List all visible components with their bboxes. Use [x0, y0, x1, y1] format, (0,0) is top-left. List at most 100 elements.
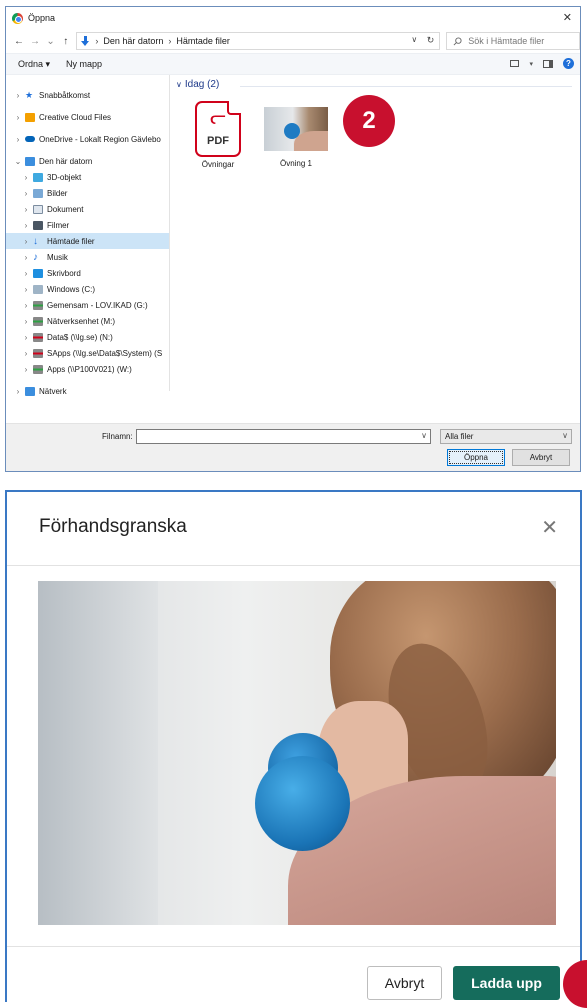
nav-this-pc[interactable]: ⌄ Den här datorn — [6, 153, 169, 169]
cancel-button[interactable]: Avbryt — [512, 449, 570, 466]
chevron-right-icon[interactable]: › — [22, 237, 30, 246]
chevron-right-icon[interactable]: › — [22, 221, 30, 230]
nav-downloads[interactable]: › ↓ Hämtade filer — [6, 233, 169, 249]
navigation-pane: › ★ Snabbåtkomst › Creative Cloud Files … — [6, 75, 170, 396]
back-arrow-icon[interactable]: ← — [14, 36, 24, 47]
nav-drive-c[interactable]: › Windows (C:) — [6, 281, 169, 297]
nav-drive-n[interactable]: › Data$ (\\lg.se) (N:) — [6, 329, 169, 345]
group-header[interactable]: ∨ Idag (2) — [176, 79, 246, 90]
file-item-image[interactable]: Övning 1 — [262, 101, 330, 168]
chevron-right-icon[interactable]: › — [22, 285, 30, 294]
nav-label: Apps (\\P100V021) (W:) — [47, 364, 132, 374]
file-type-select[interactable]: Alla filer ∨ — [440, 429, 572, 444]
chevron-right-icon[interactable]: › — [22, 333, 30, 342]
breadcrumb-this-pc[interactable]: Den här datorn — [103, 36, 163, 46]
nav-quick-access[interactable]: › ★ Snabbåtkomst — [6, 87, 169, 103]
nav-label: Hämtade filer — [47, 236, 95, 246]
search-icon — [453, 36, 462, 45]
chevron-right-icon[interactable]: › — [22, 301, 30, 310]
chevron-down-icon[interactable]: ⌄ — [14, 157, 22, 166]
chevron-down-icon[interactable]: ∨ — [421, 431, 427, 440]
help-icon[interactable]: ? — [563, 58, 574, 69]
view-dropdown-icon[interactable]: ▾ — [529, 60, 533, 68]
divider — [7, 946, 580, 947]
nav-label: Nätverk — [39, 386, 67, 396]
network-drive-icon — [33, 364, 43, 374]
nav-label: Data$ (\\lg.se) (N:) — [47, 332, 113, 342]
address-dropdown-icon[interactable]: ∨ — [411, 35, 417, 44]
nav-label: SApps (\\lg.se\Data$\System) (S — [47, 348, 163, 358]
nav-documents[interactable]: › Dokument — [6, 201, 169, 217]
organize-button[interactable]: Ordna ▾ — [18, 59, 50, 70]
refresh-icon[interactable]: ↻ — [427, 35, 435, 46]
chevron-right-icon[interactable]: › — [22, 189, 30, 198]
network-icon — [25, 386, 35, 396]
chevron-down-icon[interactable]: ∨ — [562, 431, 568, 440]
nav-drive-g[interactable]: › Gemensam - LOV.IKAD (G:) — [6, 297, 169, 313]
windows-drive-icon — [33, 284, 43, 294]
close-dialog-button[interactable]: ✕ — [563, 11, 572, 24]
nav-pictures[interactable]: › Bilder — [6, 185, 169, 201]
nav-desktop[interactable]: › Skrivbord — [6, 265, 169, 281]
nav-onedrive[interactable]: › OneDrive - Lokalt Region Gävlebo — [6, 131, 169, 147]
open-file-dialog: Öppna ✕ ← → ⌄ ↑ › Den här datorn › Hämta… — [5, 6, 581, 472]
close-icon[interactable]: ✕ — [541, 518, 558, 538]
nav-creative-cloud[interactable]: › Creative Cloud Files — [6, 109, 169, 125]
file-item-pdf[interactable]: ᓕ PDF Övningar — [184, 101, 252, 169]
pdf-icon-label: PDF — [207, 135, 229, 147]
file-name: Övning 1 — [279, 159, 313, 168]
nav-network[interactable]: › Nätverk — [6, 383, 169, 399]
view-options-icon[interactable] — [510, 60, 520, 67]
nav-drive-m[interactable]: › Nätverksenhet (M:) — [6, 313, 169, 329]
up-arrow-icon[interactable]: ↑ — [61, 36, 70, 47]
dialog-footer: Filnamn: ∨ Alla filer ∨ Öppna Avbryt — [6, 423, 580, 471]
desktop-icon — [33, 268, 43, 278]
chevron-right-icon[interactable]: › — [168, 36, 171, 46]
nav-3d-objects[interactable]: › 3D-objekt — [6, 169, 169, 185]
chevron-right-icon[interactable]: › — [22, 173, 30, 182]
new-folder-button[interactable]: Ny mapp — [66, 59, 102, 69]
chevron-right-icon[interactable]: › — [22, 205, 30, 214]
document-icon — [33, 204, 43, 214]
chevron-down-icon[interactable]: ∨ — [176, 80, 182, 89]
step-badge — [563, 960, 587, 1008]
chevron-right-icon[interactable]: › — [22, 317, 30, 326]
file-name: Övningar — [201, 160, 235, 169]
preview-pane-icon[interactable] — [543, 59, 553, 68]
open-button[interactable]: Öppna — [447, 449, 505, 466]
breadcrumb-downloads[interactable]: Hämtade filer — [176, 36, 230, 46]
group-header-label: Idag (2) — [184, 79, 220, 90]
cancel-button[interactable]: Avbryt — [367, 966, 442, 1000]
nav-drive-s[interactable]: › SApps (\\lg.se\Data$\System) (S — [6, 345, 169, 361]
dialog-toolbar: Ordna ▾ Ny mapp ▾ ? — [6, 53, 580, 75]
search-placeholder: Sök i Hämtade filer — [468, 36, 545, 46]
search-input[interactable]: Sök i Hämtade filer — [446, 32, 580, 50]
filename-input[interactable]: ∨ — [136, 429, 431, 444]
chevron-right-icon[interactable]: › — [14, 113, 22, 122]
chevron-right-icon[interactable]: › — [22, 253, 30, 262]
address-bar[interactable]: › Den här datorn › Hämtade filer ∨ ↻ — [76, 32, 441, 50]
step-badge: 2 — [343, 95, 395, 147]
music-note-icon: ♪ — [33, 251, 38, 263]
chevron-right-icon[interactable]: › — [14, 387, 22, 396]
dialog-body: › ★ Snabbåtkomst › Creative Cloud Files … — [6, 75, 580, 396]
recent-dropdown-icon[interactable]: ⌄ — [46, 36, 55, 47]
nav-music[interactable]: › ♪ Musik — [6, 249, 169, 265]
nav-label: Skrivbord — [47, 268, 81, 278]
chevron-right-icon[interactable]: › — [14, 91, 22, 100]
chevron-right-icon[interactable]: › — [22, 349, 30, 358]
nav-label: Windows (C:) — [47, 284, 96, 294]
nav-label: Gemensam - LOV.IKAD (G:) — [47, 300, 148, 310]
chevron-right-icon[interactable]: › — [22, 269, 30, 278]
forward-arrow-icon[interactable]: → — [30, 36, 40, 47]
nav-videos[interactable]: › Filmer — [6, 217, 169, 233]
download-arrow-icon: ↓ — [33, 235, 38, 247]
disconnected-drive-icon — [33, 348, 43, 358]
upload-button[interactable]: Ladda upp — [453, 966, 560, 1000]
chevron-right-icon[interactable]: › — [14, 135, 22, 144]
nav-label: Musik — [47, 252, 68, 262]
chevron-right-icon[interactable]: › — [22, 365, 30, 374]
nav-drive-w[interactable]: › Apps (\\P100V021) (W:) — [6, 361, 169, 377]
chevron-right-icon[interactable]: › — [95, 36, 98, 46]
preview-modal: Förhandsgranska ✕ Avbryt Ladda upp — [5, 490, 587, 1008]
